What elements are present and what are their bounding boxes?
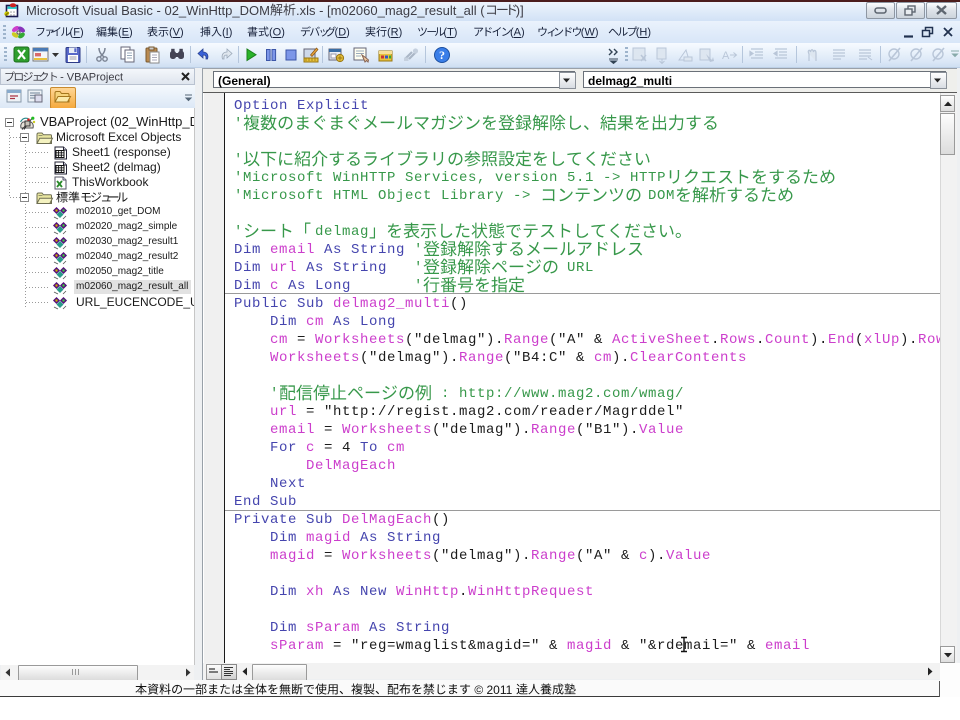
svg-text:A: A xyxy=(722,50,730,62)
svg-text:?: ? xyxy=(439,48,445,62)
